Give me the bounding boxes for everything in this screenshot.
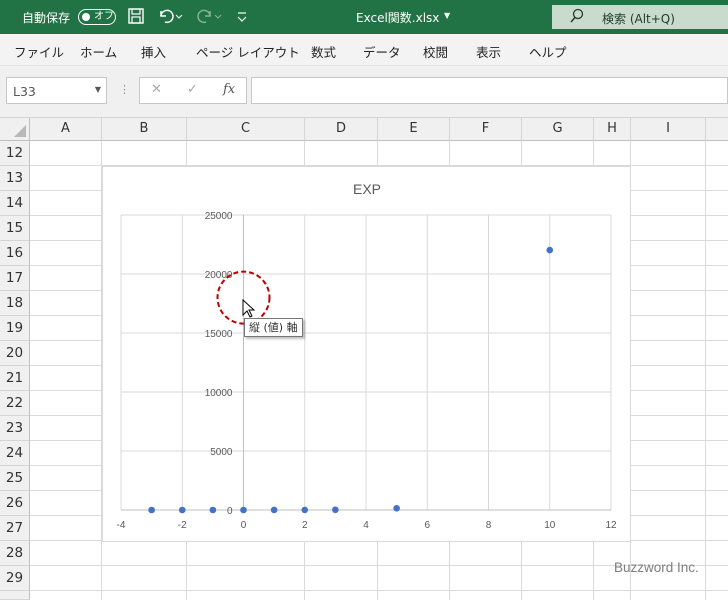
row-header-16[interactable]: 16 bbox=[0, 241, 30, 266]
formula-input[interactable] bbox=[251, 77, 728, 104]
watermark: Buzzword Inc. bbox=[614, 560, 699, 575]
column-header-b[interactable]: B bbox=[102, 118, 187, 141]
tab-home[interactable]: ホーム bbox=[80, 42, 117, 61]
more-options-icon[interactable]: ⋮ bbox=[119, 83, 130, 96]
data-point bbox=[148, 506, 155, 514]
name-box-value: L33 bbox=[13, 84, 36, 99]
x-tick-label: -4 bbox=[117, 520, 126, 531]
row-header-25[interactable]: 25 bbox=[0, 466, 30, 491]
enter-icon[interactable]: ✓ bbox=[187, 82, 198, 97]
search-box[interactable]: 検索 (Alt+Q) bbox=[552, 5, 728, 29]
mouse-cursor-icon bbox=[242, 299, 256, 318]
row-header-22[interactable]: 22 bbox=[0, 391, 30, 416]
row-header-20[interactable]: 20 bbox=[0, 341, 30, 366]
file-name[interactable]: Excel関数.xlsx bbox=[356, 9, 439, 26]
x-tick-label: 8 bbox=[486, 520, 492, 531]
column-header-i[interactable]: I bbox=[631, 118, 706, 141]
data-point bbox=[546, 246, 554, 254]
tab-data[interactable]: データ bbox=[363, 42, 401, 61]
tab-formulas[interactable]: 数式 bbox=[311, 42, 336, 61]
row-header-27[interactable]: 27 bbox=[0, 516, 30, 541]
row-header-14[interactable]: 14 bbox=[0, 191, 30, 216]
row-header-29[interactable]: 29 bbox=[0, 566, 30, 591]
x-tick-label: 10 bbox=[544, 520, 556, 531]
data-point bbox=[332, 506, 339, 514]
toggle-state-label: オフ bbox=[94, 11, 114, 22]
search-icon bbox=[570, 8, 584, 28]
tab-review[interactable]: 校閲 bbox=[423, 42, 448, 61]
data-point bbox=[393, 504, 400, 512]
customize-qat-icon[interactable] bbox=[236, 7, 248, 29]
save-icon[interactable] bbox=[127, 7, 145, 29]
column-header-g[interactable]: G bbox=[522, 118, 594, 141]
title-bar: 自動保存 オフ Excel関数.xlsx ▼ 検索 (Alt+Q) bbox=[0, 0, 728, 34]
x-tick-label: 2 bbox=[302, 520, 308, 531]
tab-file[interactable]: ファイル bbox=[14, 42, 64, 61]
tab-view[interactable]: 表示 bbox=[476, 42, 501, 61]
x-tick-label: 0 bbox=[241, 520, 247, 531]
insert-function-icon[interactable]: fx bbox=[223, 82, 235, 97]
data-point bbox=[178, 506, 186, 514]
x-tick-label: -2 bbox=[178, 520, 187, 531]
row-header-28[interactable]: 28 bbox=[0, 541, 30, 566]
y-tick-label: 0 bbox=[227, 506, 233, 517]
y-tick-label: 25000 bbox=[205, 211, 233, 222]
row-header-12[interactable]: 12 bbox=[0, 141, 30, 166]
formula-bar-area: L33 ▼ ⋮ ✕ ✓ fx bbox=[0, 66, 728, 118]
row-header-23[interactable]: 23 bbox=[0, 416, 30, 441]
ribbon-tabs: ファイル ホーム 挿入 ページ レイアウト 数式 データ 校閲 表示 ヘルプ bbox=[0, 34, 728, 66]
column-header-d[interactable]: D bbox=[305, 118, 378, 141]
name-box[interactable]: L33 ▼ bbox=[6, 77, 107, 104]
column-header-a[interactable]: A bbox=[30, 118, 102, 141]
column-header-c[interactable]: C bbox=[187, 118, 305, 141]
row-header-17[interactable]: 17 bbox=[0, 266, 30, 291]
chart-plot[interactable]: EXP0500010000150002000025000-4 -2 0 2 4 6 8 10 1… bbox=[103, 167, 632, 543]
data-point bbox=[270, 506, 278, 514]
row-header-18[interactable]: 18 bbox=[0, 291, 30, 316]
row-header-19[interactable]: 19 bbox=[0, 316, 30, 341]
formula-buttons: ✕ ✓ fx bbox=[139, 77, 247, 104]
row-header-30[interactable] bbox=[0, 591, 30, 600]
tab-insert[interactable]: 挿入 bbox=[141, 42, 166, 61]
column-header-next[interactable] bbox=[706, 118, 728, 141]
cancel-icon[interactable]: ✕ bbox=[151, 82, 162, 97]
filename-chevron-icon[interactable]: ▼ bbox=[444, 11, 450, 20]
data-point bbox=[209, 506, 217, 514]
data-point bbox=[240, 506, 247, 514]
chart-title: EXP bbox=[353, 181, 381, 197]
toggle-knob bbox=[82, 13, 90, 21]
y-tick-label: 5000 bbox=[210, 447, 233, 458]
column-header-e[interactable]: E bbox=[378, 118, 450, 141]
tab-help[interactable]: ヘルプ bbox=[529, 42, 567, 61]
row-header-21[interactable]: 21 bbox=[0, 366, 30, 391]
y-tick-label: 15000 bbox=[205, 329, 233, 340]
data-point bbox=[301, 506, 309, 514]
x-tick-label: 4 bbox=[363, 520, 369, 531]
select-all-corner[interactable] bbox=[0, 118, 30, 141]
x-tick-label: 12 bbox=[605, 520, 617, 531]
autosave-label: 自動保存 bbox=[22, 11, 71, 25]
column-header-h[interactable]: H bbox=[594, 118, 631, 141]
scatter-chart[interactable]: EXP 0 5000 10000 15000 20000 25000 -4 -2 0 2 4 6 8 10 1… bbox=[102, 166, 631, 542]
chevron-down-icon[interactable]: ▼ bbox=[95, 85, 101, 94]
undo-icon[interactable] bbox=[156, 7, 184, 29]
column-header-f[interactable]: F bbox=[450, 118, 522, 141]
row-header-26[interactable]: 26 bbox=[0, 491, 30, 516]
row-header-15[interactable]: 15 bbox=[0, 216, 30, 241]
autosave-toggle[interactable]: オフ bbox=[78, 9, 116, 25]
tab-page-layout[interactable]: ページ レイアウト bbox=[196, 42, 300, 61]
row-header-24[interactable]: 24 bbox=[0, 441, 30, 466]
axis-tooltip: 縦 (値) 軸 bbox=[244, 318, 303, 337]
search-label: 検索 (Alt+Q) bbox=[602, 12, 675, 26]
redo-icon[interactable] bbox=[195, 7, 223, 29]
row-header-13[interactable]: 13 bbox=[0, 166, 30, 191]
y-tick-label: 10000 bbox=[205, 388, 233, 399]
x-tick-label: 6 bbox=[424, 520, 430, 531]
